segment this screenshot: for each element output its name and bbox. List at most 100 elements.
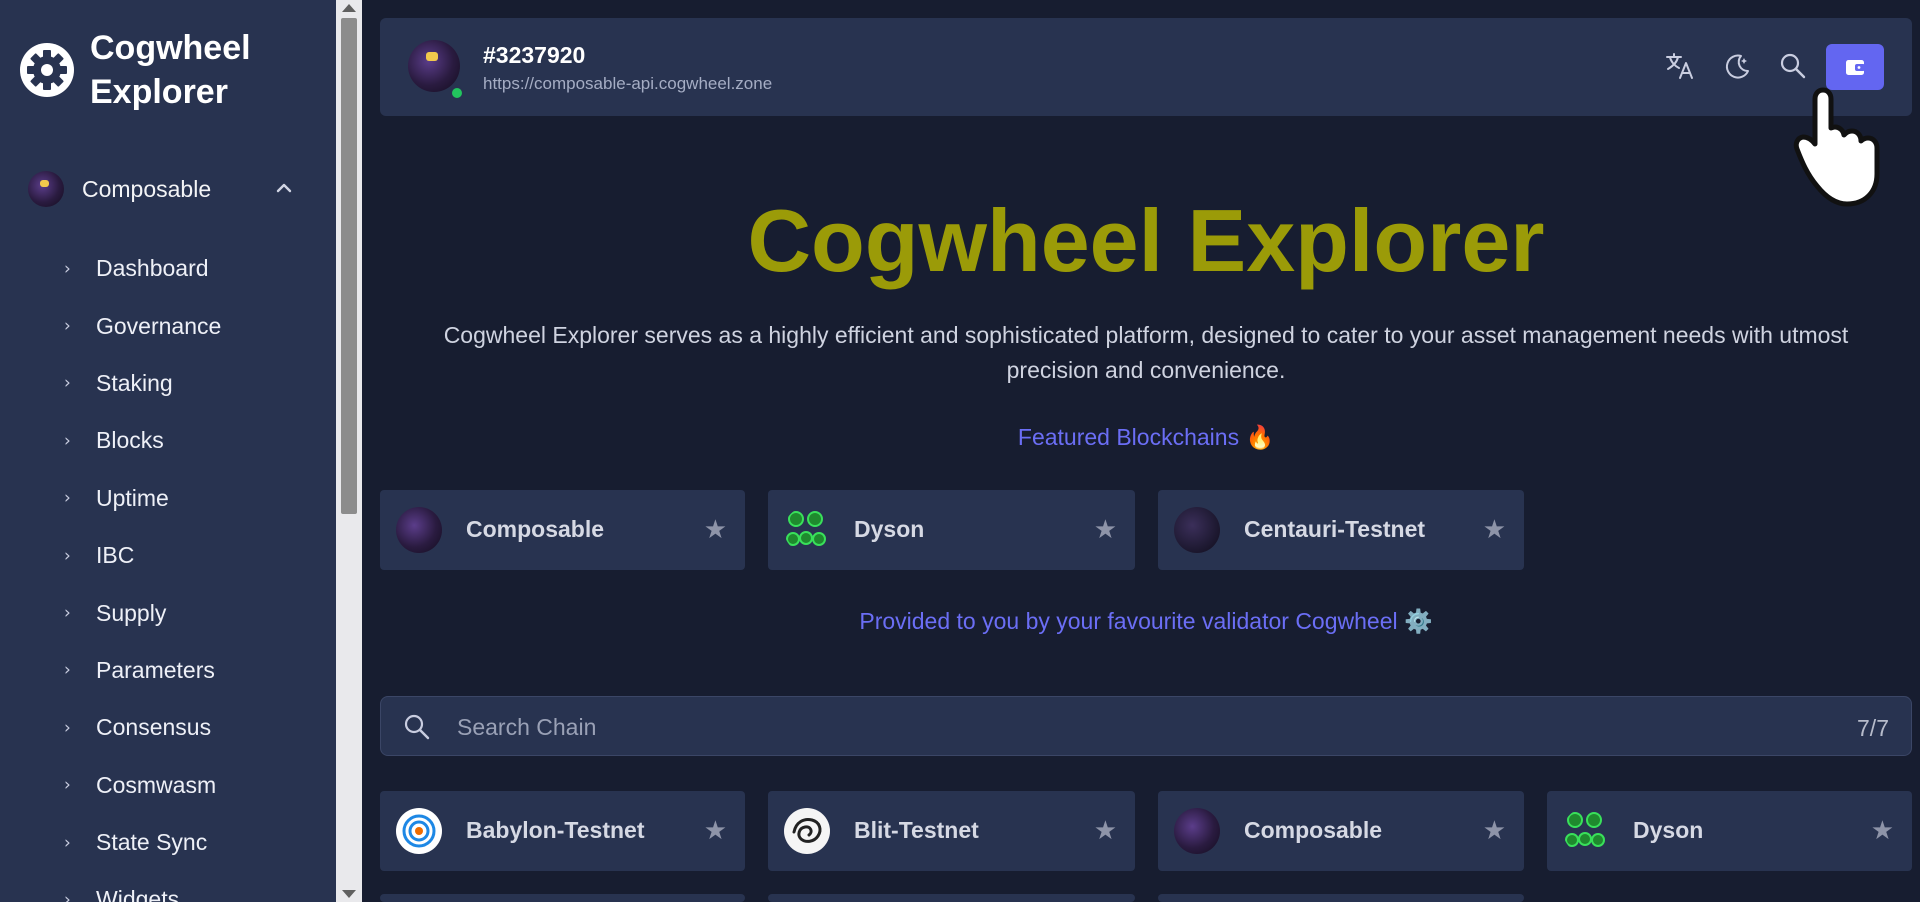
star-icon[interactable]: ★: [704, 817, 727, 845]
chain-card-composable[interactable]: Composable ★: [1158, 791, 1524, 871]
search-icon[interactable]: [1773, 46, 1813, 86]
sidebar-item-label: Parameters: [96, 656, 215, 683]
star-icon[interactable]: ★: [1483, 817, 1506, 845]
chevron-right-icon: ›: [64, 832, 71, 853]
scroll-up-arrow-icon[interactable]: [342, 4, 356, 12]
chain-card-partial[interactable]: [768, 894, 1135, 902]
star-icon[interactable]: ★: [1483, 516, 1506, 544]
chevron-right-icon: ›: [64, 775, 71, 796]
composable-logo-icon: [396, 507, 442, 553]
chevron-up-icon: [276, 183, 292, 193]
chain-name: Centauri-Testnet: [1244, 516, 1426, 542]
chain-name: Composable: [1244, 817, 1383, 843]
chain-selector[interactable]: Composable: [28, 168, 308, 210]
search-icon: [404, 714, 430, 740]
star-icon[interactable]: ★: [1094, 516, 1117, 544]
featured-chain-card-dyson[interactable]: Dyson ★: [768, 490, 1135, 570]
hero-description-line-1: Cogwheel Explorer serves as a highly eff…: [443, 322, 1849, 348]
sidebar-item-consensus[interactable]: › Consensus: [64, 699, 324, 756]
sidebar-item-label: Supply: [96, 599, 167, 626]
search-input[interactable]: [457, 711, 1757, 743]
chevron-right-icon: ›: [64, 430, 71, 451]
sidebar: Cogwheel Explorer Composable › Dashboard …: [0, 0, 336, 902]
star-icon[interactable]: ★: [704, 516, 727, 544]
scrollbar-thumb[interactable]: [341, 18, 357, 514]
featured-chain-card-centauri-testnet[interactable]: Centauri-Testnet ★: [1158, 490, 1524, 570]
brand-line-1: Cogwheel: [90, 29, 251, 67]
chain-card-dyson[interactable]: Dyson ★: [1547, 791, 1912, 871]
chevron-right-icon: ›: [64, 258, 71, 279]
chevron-right-icon: ›: [64, 889, 71, 902]
chain-name: Blit-Testnet: [854, 817, 979, 843]
dyson-logo-icon: [1565, 812, 1605, 847]
top-header: #3237920 https://composable-api.cogwheel…: [380, 18, 1912, 116]
centauri-logo-icon: [1174, 507, 1220, 553]
star-icon[interactable]: ★: [1871, 817, 1894, 845]
search-result-count: 7/7: [1857, 715, 1889, 741]
featured-chain-card-composable[interactable]: Composable ★: [380, 490, 745, 570]
featured-blockchains-label: Featured Blockchains 🔥: [1017, 424, 1275, 450]
brand-line-2: Explorer: [90, 73, 228, 111]
sidebar-item-uptime[interactable]: › Uptime: [64, 470, 324, 527]
chain-card-babylon-testnet[interactable]: Babylon-Testnet ★: [380, 791, 745, 871]
brand[interactable]: Cogwheel Explorer: [18, 26, 251, 114]
blit-logo-icon: [784, 808, 830, 854]
sidebar-nav: › Dashboard › Governance › Staking › Blocks …: [64, 240, 324, 902]
sidebar-item-dashboard[interactable]: › Dashboard: [64, 240, 324, 297]
sidebar-item-ibc[interactable]: › IBC: [64, 527, 324, 584]
cogwheel-logo-icon: [20, 43, 74, 97]
brand-name: Cogwheel Explorer: [90, 26, 251, 114]
hero-description: Cogwheel Explorer serves as a highly eff…: [380, 318, 1912, 388]
hero-title: Cogwheel Explorer: [747, 191, 1545, 290]
sidebar-item-cosmwasm[interactable]: › Cosmwasm: [64, 757, 324, 814]
sidebar-item-label: Widgets: [96, 886, 180, 902]
sidebar-item-label: Uptime: [96, 484, 169, 511]
chevron-right-icon: ›: [64, 316, 71, 337]
chain-card-partial[interactable]: [1158, 894, 1524, 902]
star-icon[interactable]: ★: [1094, 817, 1117, 845]
sidebar-item-blocks[interactable]: › Blocks: [64, 412, 324, 469]
sidebar-item-state-sync[interactable]: › State Sync: [64, 814, 324, 871]
sidebar-item-label: Consensus: [96, 714, 212, 741]
chevron-right-icon: ›: [64, 545, 71, 566]
provided-by-label: Provided to you by your favourite valida…: [859, 608, 1433, 634]
sidebar-item-widgets[interactable]: › Widgets: [64, 871, 324, 902]
sidebar-item-supply[interactable]: › Supply: [64, 584, 324, 641]
chain-name: Babylon-Testnet: [466, 817, 645, 843]
translate-icon[interactable]: [1660, 46, 1700, 86]
chain-name: Composable: [466, 516, 605, 542]
chain-card-partial[interactable]: [380, 894, 745, 902]
hero-description-line-2: precision and convenience.: [1006, 357, 1286, 383]
sidebar-item-label: Cosmwasm: [96, 771, 217, 798]
sidebar-item-label: IBC: [96, 542, 135, 569]
wallet-icon: [1846, 60, 1865, 75]
chevron-right-icon: ›: [64, 373, 71, 394]
chevron-right-icon: ›: [64, 488, 71, 509]
sidebar-item-label: Dashboard: [96, 255, 209, 282]
chain-name: Dyson: [1633, 817, 1704, 843]
composable-logo-icon: [1174, 808, 1220, 854]
chain-search-box[interactable]: 7/7: [380, 696, 1912, 756]
block-height[interactable]: #3237920: [483, 42, 585, 69]
sidebar-item-label: Staking: [96, 369, 173, 396]
online-status-dot: [450, 86, 464, 100]
chain-card-blit-testnet[interactable]: Blit-Testnet ★: [768, 791, 1135, 871]
chain-name: Dyson: [854, 516, 925, 542]
api-endpoint: https://composable-api.cogwheel.zone: [483, 74, 773, 93]
chevron-right-icon: ›: [64, 660, 71, 681]
babylon-logo-icon: [396, 808, 442, 854]
sidebar-item-label: State Sync: [96, 829, 208, 856]
chain-selector-label: Composable: [82, 175, 212, 202]
chevron-right-icon: ›: [64, 603, 71, 624]
sidebar-item-label: Blocks: [96, 427, 164, 454]
sidebar-scrollbar[interactable]: [336, 0, 362, 902]
sidebar-item-label: Governance: [96, 312, 222, 339]
composable-logo-icon: [28, 171, 64, 207]
chain-avatar: [408, 40, 460, 92]
sidebar-item-staking[interactable]: › Staking: [64, 355, 324, 412]
theme-toggle-icon[interactable]: [1717, 46, 1757, 86]
dyson-logo-icon: [786, 511, 826, 546]
sidebar-item-parameters[interactable]: › Parameters: [64, 642, 324, 699]
scroll-down-arrow-icon[interactable]: [342, 890, 356, 898]
sidebar-item-governance[interactable]: › Governance: [64, 297, 324, 354]
